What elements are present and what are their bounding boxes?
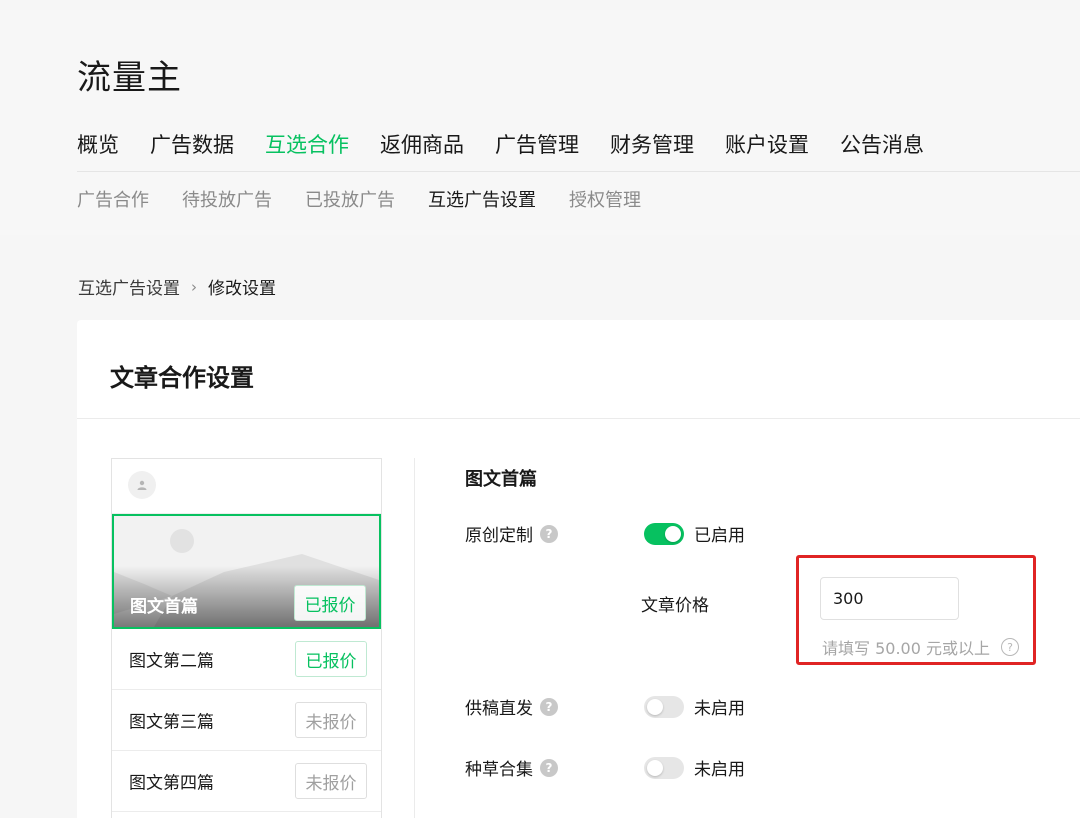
nav-announcements[interactable]: 公告消息 [840, 130, 924, 170]
cover-article[interactable]: 图文首篇 已报价 [112, 514, 381, 629]
price-hint-text: 请填写 50.00 元或以上 [822, 639, 990, 658]
preview-header [112, 459, 381, 514]
toggle-knob [647, 699, 663, 715]
cover-article-label: 图文首篇 [130, 597, 198, 617]
article-row-3[interactable]: 图文第三篇 未报价 [112, 690, 381, 751]
article-row-label: 图文第二篇 [129, 651, 214, 672]
help-icon[interactable]: ? [1000, 638, 1019, 656]
article-row-4[interactable]: 图文第四篇 未报价 [112, 751, 381, 812]
article-price-input[interactable] [820, 577, 959, 620]
avatar-icon [128, 471, 156, 499]
original-custom-text: 原创定制 [465, 526, 533, 546]
toggle-knob [647, 760, 663, 776]
subnav-pending-ads[interactable]: 待投放广告 [182, 188, 272, 214]
nav-ad-management[interactable]: 广告管理 [495, 130, 579, 170]
article-row-2[interactable]: 图文第二篇 已报价 [112, 629, 381, 690]
section-title: 图文首篇 [465, 469, 537, 490]
quote-status-badge: 未报价 [295, 702, 367, 738]
article-price-hint: 请填写 50.00 元或以上 ? [822, 635, 1019, 659]
quote-status-badge: 已报价 [295, 641, 367, 677]
card-divider [77, 418, 1080, 419]
original-custom-status: 已启用 [694, 526, 745, 546]
article-preview: 图文首篇 已报价 图文第二篇 已报价 图文第三篇 未报价 图文第四篇 未报价 [111, 458, 382, 818]
direct-publish-label: 供稿直发 ? [465, 694, 558, 719]
direct-publish-toggle[interactable] [644, 696, 684, 718]
sub-nav: 广告合作 待投放广告 已投放广告 互选广告设置 授权管理 [77, 188, 674, 214]
subnav-ad-cooperation[interactable]: 广告合作 [77, 188, 149, 214]
article-row-label: 图文第三篇 [129, 712, 214, 733]
card-title: 文章合作设置 [110, 364, 254, 392]
nav-mutual-cooperation[interactable]: 互选合作 [265, 130, 349, 170]
direct-publish-status: 未启用 [694, 699, 745, 719]
collection-text: 种草合集 [465, 760, 533, 780]
collection-status: 未启用 [694, 760, 745, 780]
nav-overview[interactable]: 概览 [77, 130, 119, 170]
nav-account-settings[interactable]: 账户设置 [725, 130, 809, 170]
original-custom-toggle[interactable] [644, 523, 684, 545]
breadcrumb-current: 修改设置 [208, 279, 276, 299]
subnav-delivered-ads[interactable]: 已投放广告 [305, 188, 395, 214]
app-title: 流量主 [77, 58, 182, 98]
article-row-label: 图文第四篇 [129, 773, 214, 794]
direct-publish-text: 供稿直发 [465, 699, 533, 719]
breadcrumb-parent[interactable]: 互选广告设置 [78, 274, 180, 299]
collection-toggle[interactable] [644, 757, 684, 779]
help-icon[interactable]: ? [540, 524, 558, 543]
article-price-label: 文章价格 [641, 596, 709, 616]
main-nav: 概览 广告数据 互选合作 返佣商品 广告管理 财务管理 账户设置 公告消息 [77, 130, 955, 170]
quote-status-badge: 未报价 [295, 763, 367, 799]
nav-ad-data[interactable]: 广告数据 [150, 130, 234, 170]
breadcrumb: 互选广告设置 › 修改设置 [78, 274, 276, 300]
quote-status-badge: 已报价 [294, 585, 366, 621]
subnav-mutual-ad-settings[interactable]: 互选广告设置 [428, 188, 536, 214]
chevron-right-icon: › [191, 277, 197, 296]
nav-finance[interactable]: 财务管理 [610, 130, 694, 170]
collection-label: 种草合集 ? [465, 755, 558, 780]
toggle-knob [665, 526, 681, 542]
original-custom-label: 原创定制 ? [465, 521, 558, 546]
nav-divider [77, 171, 1080, 172]
column-divider [414, 458, 415, 818]
subnav-authorization[interactable]: 授权管理 [569, 188, 641, 214]
nav-rebate-products[interactable]: 返佣商品 [380, 130, 464, 170]
help-icon[interactable]: ? [540, 697, 558, 716]
help-icon[interactable]: ? [540, 758, 558, 777]
settings-card: 文章合作设置 图文首篇 已报价 图文第二篇 已报价 图文第三篇 未报价 图文第四… [77, 320, 1080, 818]
